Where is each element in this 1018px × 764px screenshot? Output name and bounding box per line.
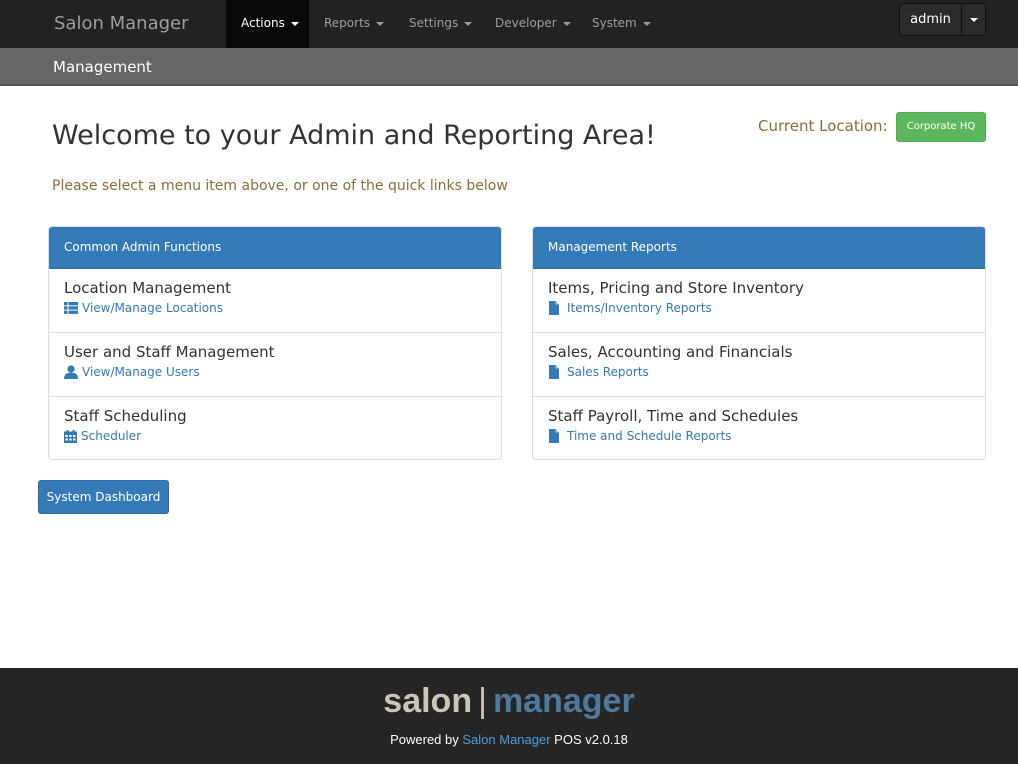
section-title: Management	[53, 58, 152, 76]
manage-locations-link-label: View/Manage Locations	[82, 301, 224, 315]
file-icon	[549, 429, 559, 443]
user-dropdown-toggle[interactable]	[961, 4, 985, 35]
list-item-title: Items, Pricing and Store Inventory	[548, 279, 804, 297]
caret-down-icon	[969, 17, 978, 22]
system-dashboard-button[interactable]: System Dashboard	[38, 480, 169, 514]
logo-text-salon: salon	[383, 682, 473, 720]
powered-by-text: Powered by Salon Manager POS v2.0.18	[0, 732, 1018, 747]
powered-by-prefix: Powered by	[390, 732, 459, 747]
management-reports-panel: Management Reports Items, Pricing and St…	[532, 226, 986, 460]
nav-menu-developer-label: Developer	[495, 16, 557, 30]
schedule-reports-link[interactable]: Time and Schedule Reports	[548, 429, 970, 443]
logo-text-manager: manager	[492, 682, 635, 720]
list-item-title: User and Staff Management	[64, 343, 275, 361]
list-icon	[64, 302, 78, 314]
top-navbar: Salon Manager Actions Reports Settings D…	[0, 0, 1018, 48]
list-item: Items, Pricing and Store Inventory Items…	[533, 269, 985, 333]
nav-menu-actions[interactable]: Actions	[226, 0, 309, 48]
caret-down-icon	[464, 21, 473, 26]
section-header: Management	[0, 48, 1018, 86]
calendar-icon	[64, 429, 77, 443]
nav-menu-actions-label: Actions	[241, 16, 285, 30]
footer-logo: salon | manager	[0, 682, 1018, 721]
list-item: Sales, Accounting and Financials Sales R…	[533, 333, 985, 397]
caret-down-icon	[290, 21, 299, 26]
manage-users-link-label: View/Manage Users	[82, 365, 200, 379]
file-icon	[549, 365, 559, 379]
caret-down-icon	[642, 21, 651, 26]
list-item-title: Sales, Accounting and Financials	[548, 343, 793, 361]
sales-reports-link-label: Sales Reports	[567, 365, 649, 379]
page-title: Welcome to your Admin and Reporting Area…	[52, 120, 656, 151]
intro-text: Please select a menu item above, or one …	[52, 178, 508, 194]
powered-by-version: POS v2.0.18	[554, 732, 628, 747]
caret-down-icon	[376, 21, 385, 26]
panel-heading: Management Reports	[533, 227, 985, 269]
current-location-button[interactable]: Corporate HQ	[896, 112, 986, 142]
list-item: Location Management View/Manage Location…	[49, 269, 501, 333]
admin-functions-panel: Common Admin Functions Location Manageme…	[48, 226, 502, 460]
salon-manager-link[interactable]: Salon Manager	[462, 732, 550, 747]
nav-menu-system-label: System	[592, 16, 637, 30]
user-menu: admin	[899, 3, 986, 36]
caret-down-icon	[562, 21, 571, 26]
nav-menu-reports-label: Reports	[324, 16, 371, 30]
file-icon	[549, 301, 559, 315]
nav-menu-system[interactable]: System	[578, 0, 660, 48]
panel-heading: Common Admin Functions	[49, 227, 501, 269]
scheduler-link[interactable]: Scheduler	[64, 429, 486, 443]
list-item-title: Location Management	[64, 279, 232, 297]
list-item: Staff Payroll, Time and Schedules Time a…	[533, 397, 985, 459]
inventory-reports-link[interactable]: Items/Inventory Reports	[548, 301, 970, 315]
nav-menu-settings-label: Settings	[409, 16, 459, 30]
list-item-title: Staff Scheduling	[64, 407, 187, 425]
nav-menu-developer[interactable]: Developer	[480, 0, 578, 48]
manage-locations-link[interactable]: View/Manage Locations	[64, 301, 486, 315]
list-item: User and Staff Management View/Manage Us…	[49, 333, 501, 397]
current-location-label: Current Location:	[758, 117, 888, 135]
manage-users-link[interactable]: View/Manage Users	[64, 365, 486, 379]
nav-menu-settings[interactable]: Settings	[394, 0, 480, 48]
schedule-reports-link-label: Time and Schedule Reports	[567, 429, 732, 443]
brand-link[interactable]: Salon Manager	[54, 13, 189, 34]
sales-reports-link[interactable]: Sales Reports	[548, 365, 970, 379]
scheduler-link-label: Scheduler	[81, 429, 142, 443]
logo-separator: |	[478, 682, 487, 720]
user-button[interactable]: admin	[900, 4, 961, 35]
list-item-title: Staff Payroll, Time and Schedules	[548, 407, 799, 425]
list-item: Staff Scheduling Scheduler	[49, 397, 501, 459]
user-icon	[64, 365, 78, 379]
footer: salon | manager Powered by Salon Manager P…	[0, 668, 1018, 764]
nav-menu-reports[interactable]: Reports	[309, 0, 394, 48]
inventory-reports-link-label: Items/Inventory Reports	[567, 301, 712, 315]
